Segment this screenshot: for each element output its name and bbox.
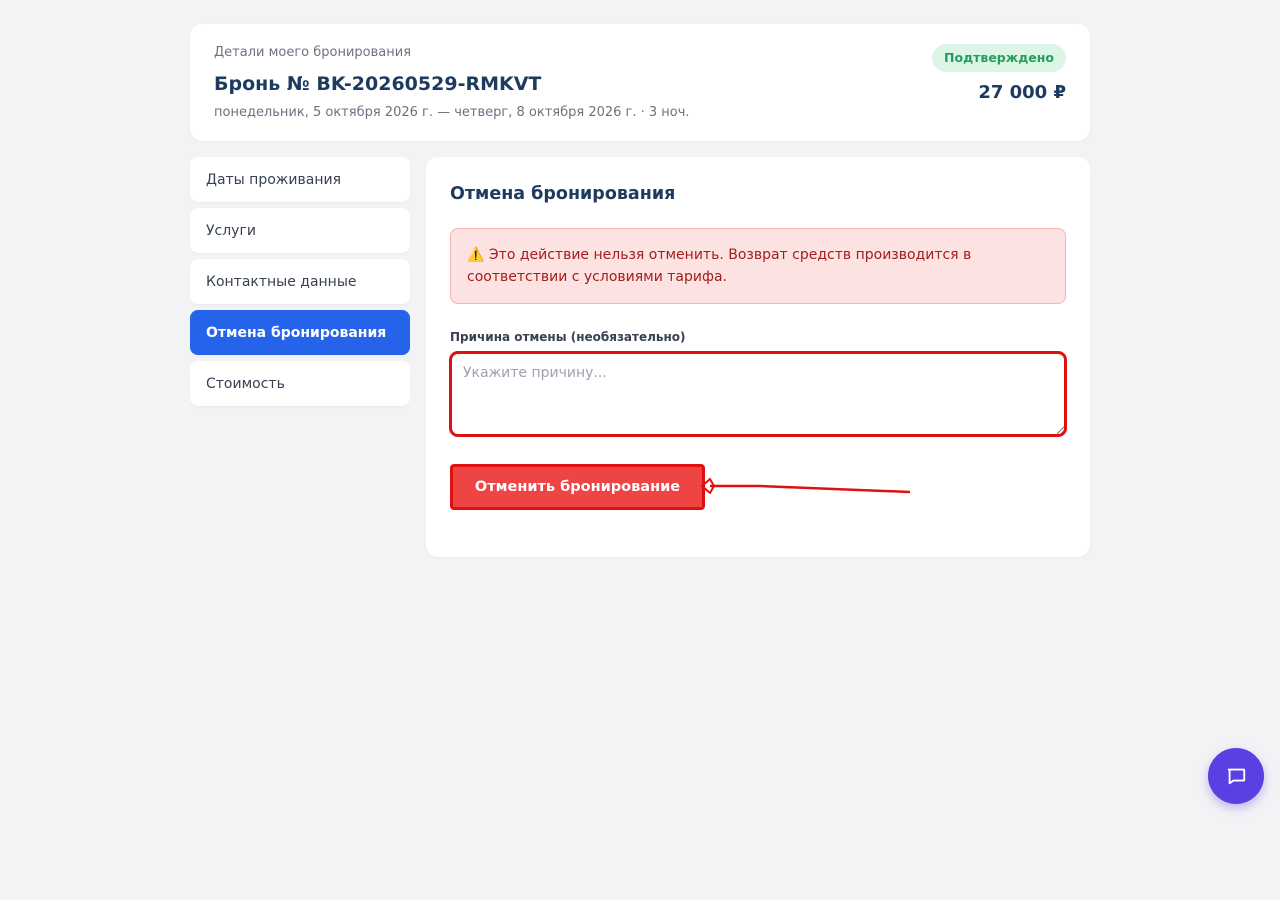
booking-dates: понедельник, 5 октября 2026 г. — четверг… bbox=[214, 105, 690, 120]
sidebar-item-label: Стоимость bbox=[206, 375, 285, 392]
panel-title: Отмена бронирования bbox=[450, 184, 676, 204]
cancellation-panel: Отмена бронирования ⚠️ Это действие нель… bbox=[426, 157, 1090, 557]
sidebar-nav: Даты проживания Услуги Контактные данные… bbox=[190, 157, 410, 412]
status-badge: Подтверждено bbox=[932, 44, 1066, 72]
sidebar-item-cancellation[interactable]: Отмена бронирования bbox=[190, 310, 410, 355]
sidebar-item-label: Контактные данные bbox=[206, 273, 357, 290]
sidebar-item-label: Услуги bbox=[206, 222, 256, 239]
warning-alert: ⚠️ Это действие нельзя отменить. Возврат… bbox=[450, 228, 1066, 304]
cancel-booking-button[interactable]: Отменить бронирование bbox=[450, 464, 705, 510]
sidebar-item-cost[interactable]: Стоимость bbox=[190, 361, 410, 406]
booking-header: Детали моего бронирования Бронь № BK-202… bbox=[190, 24, 1090, 141]
chat-button[interactable] bbox=[1208, 748, 1264, 804]
booking-title: Бронь № BK-20260529-RMKVT bbox=[214, 73, 542, 95]
booking-price: 27 000 ₽ bbox=[978, 82, 1066, 103]
sidebar-item-contacts[interactable]: Контактные данные bbox=[190, 259, 410, 304]
sidebar-item-services[interactable]: Услуги bbox=[190, 208, 410, 253]
chat-bubble-icon bbox=[1227, 768, 1246, 785]
arrow-left-icon bbox=[700, 477, 910, 495]
sidebar-item-dates[interactable]: Даты проживания bbox=[190, 157, 410, 202]
sidebar-item-label: Даты проживания bbox=[206, 171, 341, 188]
reason-label: Причина отмены (необязательно) bbox=[450, 330, 686, 344]
sidebar-item-label: Отмена бронирования bbox=[206, 324, 387, 341]
reason-textarea[interactable] bbox=[449, 351, 1067, 437]
page-container: Детали моего бронирования Бронь № BK-202… bbox=[190, 24, 1090, 557]
